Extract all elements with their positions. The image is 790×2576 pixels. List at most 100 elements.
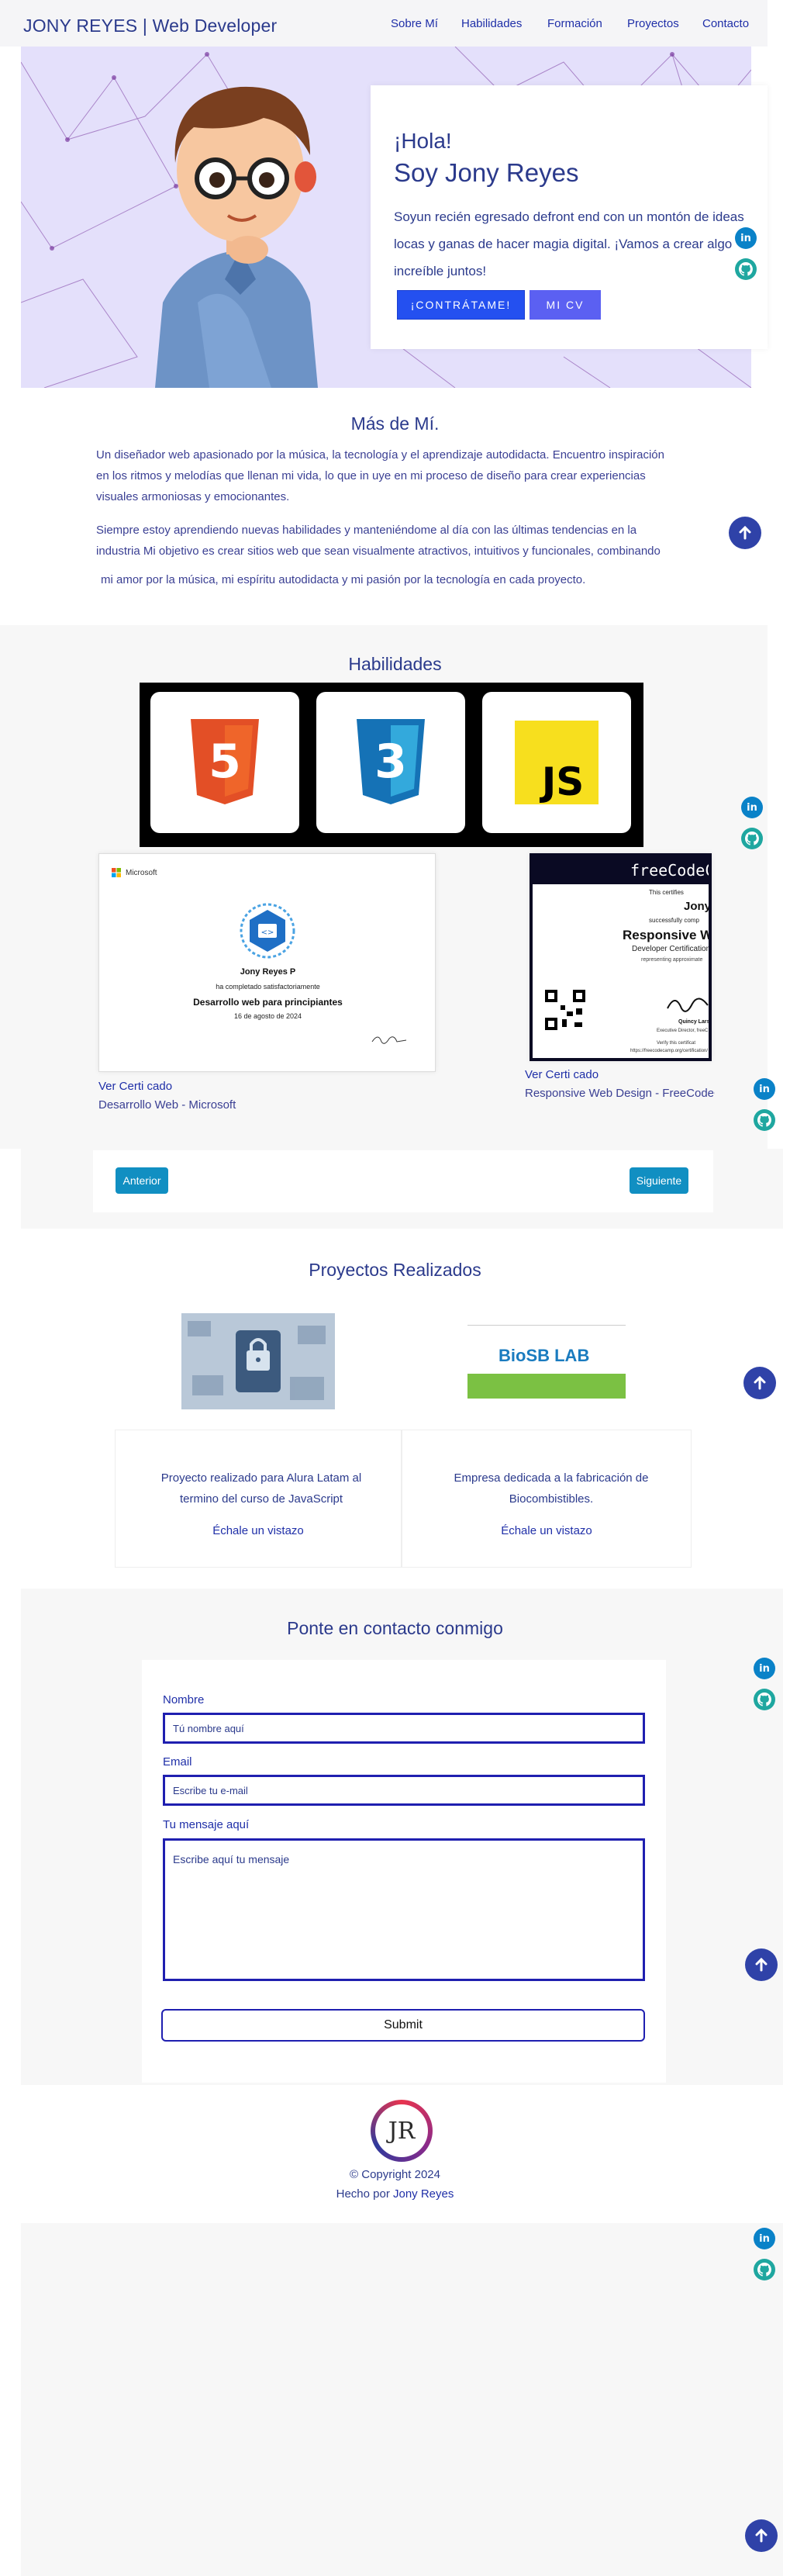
hero-name: Soy Jony Reyes — [394, 158, 579, 187]
email-field[interactable]: Escribe tu e-mail — [163, 1775, 645, 1806]
arrow-up-icon — [755, 2528, 768, 2543]
made-by-name[interactable]: Jony Reyes — [393, 2187, 454, 2201]
project-desc-2: Empresa dedicada a la fabricación de Bio… — [454, 1471, 649, 1506]
arrow-up-icon — [755, 1957, 768, 1972]
prev-button[interactable]: Anterior — [116, 1167, 168, 1194]
submit-button[interactable]: Submit — [161, 2009, 645, 2042]
skill-label: JS — [540, 759, 585, 804]
nav-contacto[interactable]: Contacto — [702, 17, 749, 30]
cert-representing: representing approximate — [641, 957, 703, 963]
cert-url: https://freecodecamp.org/certification/ — [630, 1049, 709, 1053]
svg-text:<>: <> — [261, 928, 274, 937]
linkedin-icon[interactable]: in — [754, 2228, 775, 2249]
cert-signer: Quincy Lars — [678, 1019, 710, 1025]
biosb-logo: BioSB LAB — [498, 1346, 590, 1365]
hero-greeting: ¡Hola! — [394, 129, 452, 153]
projects-title: Proyectos Realizados — [309, 1260, 481, 1280]
skill-card-css: 3 — [316, 692, 465, 833]
cert-certifies: This certifies — [649, 889, 684, 896]
skill-card-js: JS — [482, 692, 631, 833]
badge-icon: <> — [240, 903, 295, 959]
linkedin-icon[interactable]: in — [754, 1658, 775, 1679]
github-icon[interactable] — [754, 2259, 775, 2280]
github-icon[interactable] — [741, 828, 763, 849]
cert-card-freecodecamp: freeCodeC This certifies Jony successful… — [530, 853, 712, 1061]
linkedin-icon[interactable]: in — [754, 1078, 775, 1100]
microsoft-icon — [112, 868, 121, 877]
javascript-icon: JS — [515, 721, 599, 804]
github-icon[interactable] — [754, 1689, 775, 1710]
microsoft-logo: Microsoft — [112, 868, 157, 877]
nav-formacion[interactable]: Formación — [547, 17, 602, 30]
scroll-top-button[interactable] — [745, 1948, 778, 1981]
email-label: Email — [163, 1755, 192, 1769]
nav-sobre-mi[interactable]: Sobre Mí — [391, 17, 438, 30]
github-icon[interactable] — [735, 258, 757, 280]
pager-card — [93, 1150, 713, 1212]
cert-date: 16 de agosto de 2024 — [233, 1012, 302, 1020]
name-label: Nombre — [163, 1693, 205, 1706]
bottom-blank-section — [21, 2223, 783, 2576]
message-label: Tu mensaje aquí — [163, 1818, 250, 1831]
made-by-prefix: Hecho por — [336, 2187, 390, 2201]
project-link-1[interactable]: Échale un vistazo — [115, 1524, 402, 1537]
footer-logo[interactable]: JR — [371, 2100, 433, 2162]
cert-course: Desarrollo web para principiantes — [193, 997, 343, 1008]
css3-icon: 3 — [357, 719, 425, 804]
signature — [371, 1036, 407, 1044]
about-title: Más de Mí. — [350, 413, 440, 434]
cert-verify: Verify this certificat — [657, 1041, 696, 1046]
made-by-text: Hecho por Jony Reyes — [0, 2187, 790, 2201]
cert-holder: Jony Reyes P — [240, 967, 296, 977]
linkedin-icon[interactable]: in — [741, 797, 763, 818]
thumb-topbar — [467, 1323, 626, 1326]
cert-link-freecodecamp[interactable]: Ver Certi cado — [525, 1068, 599, 1081]
message-field[interactable]: Escribe aquí tu mensaje — [163, 1838, 645, 1981]
cert-signer-role: Executive Director, freeC — [657, 1029, 709, 1033]
linkedin-icon[interactable]: in — [735, 227, 757, 249]
skill-label: 3 — [374, 735, 407, 789]
contact-title: Ponte en contacto conmigo — [287, 1618, 503, 1638]
about-paragraph-1: Un diseñador web apasionado por la músic… — [96, 448, 664, 503]
copyright-text: © Copyright 2024 — [350, 2168, 440, 2181]
cert-devcert: Developer Certification — [632, 945, 711, 953]
hero-intro: Soyun recién egresado defront end con un… — [394, 209, 744, 278]
scroll-top-button[interactable] — [743, 1367, 776, 1399]
project-thumbnail-alura[interactable] — [181, 1313, 335, 1409]
next-button[interactable]: Siguiente — [630, 1167, 688, 1194]
footer-logo-text: JR — [375, 2104, 428, 2157]
cert-completed: ha completado satisfactoriamente — [216, 983, 320, 991]
about-paragraph-2: Siempre estoy aprendiendo nuevas habilid… — [96, 524, 661, 558]
cert-card-microsoft: Microsoft <> Jony Reyes P ha completado … — [98, 853, 436, 1072]
cert-completed: successfully comp — [649, 917, 699, 924]
scroll-top-button[interactable] — [729, 517, 761, 549]
brand-title[interactable]: JONY REYES | Web Developer — [23, 16, 277, 36]
project-desc-1: Proyecto realizado para Alura Latam al t… — [160, 1471, 362, 1506]
skill-label: 5 — [209, 735, 241, 789]
signature — [667, 998, 709, 1012]
html5-icon: 5 — [191, 719, 259, 804]
cert-link-microsoft[interactable]: Ver Certi cado — [98, 1080, 172, 1093]
skill-card-html: 5 — [150, 692, 299, 833]
cert-subtitle-freecodecamp: Responsive Web Design - FreeCodeC — [525, 1087, 715, 1100]
cert-holder: Jony — [684, 900, 712, 913]
nav-proyectos[interactable]: Proyectos — [627, 17, 679, 30]
project-thumbnail-biosb[interactable]: BioSB LAB — [467, 1323, 626, 1402]
cert-header: freeCodeC — [533, 856, 709, 884]
name-field[interactable]: Tú nombre aquí — [163, 1713, 645, 1744]
arrow-up-icon — [739, 525, 751, 540]
nav-habilidades[interactable]: Habilidades — [461, 17, 522, 30]
skills-title: Habilidades — [348, 654, 442, 674]
thumb-green-band — [467, 1374, 626, 1399]
arrow-up-icon — [754, 1375, 766, 1390]
cert-subtitle-microsoft: Desarrollo Web - Microsoft — [98, 1098, 236, 1112]
cert-course: Responsive W — [623, 928, 712, 942]
scroll-top-button[interactable] — [745, 2519, 778, 2552]
hire-me-button[interactable]: ¡CONTRÁTAME! — [397, 290, 525, 320]
cv-button[interactable]: MI CV — [530, 290, 601, 320]
qr-code-icon — [543, 988, 587, 1032]
avatar-illustration — [155, 86, 318, 388]
project-link-2[interactable]: Échale un vistazo — [402, 1524, 692, 1537]
github-icon[interactable] — [754, 1109, 775, 1131]
about-paragraph-3: mi amor por la música, mi espíritu autod… — [101, 573, 586, 586]
